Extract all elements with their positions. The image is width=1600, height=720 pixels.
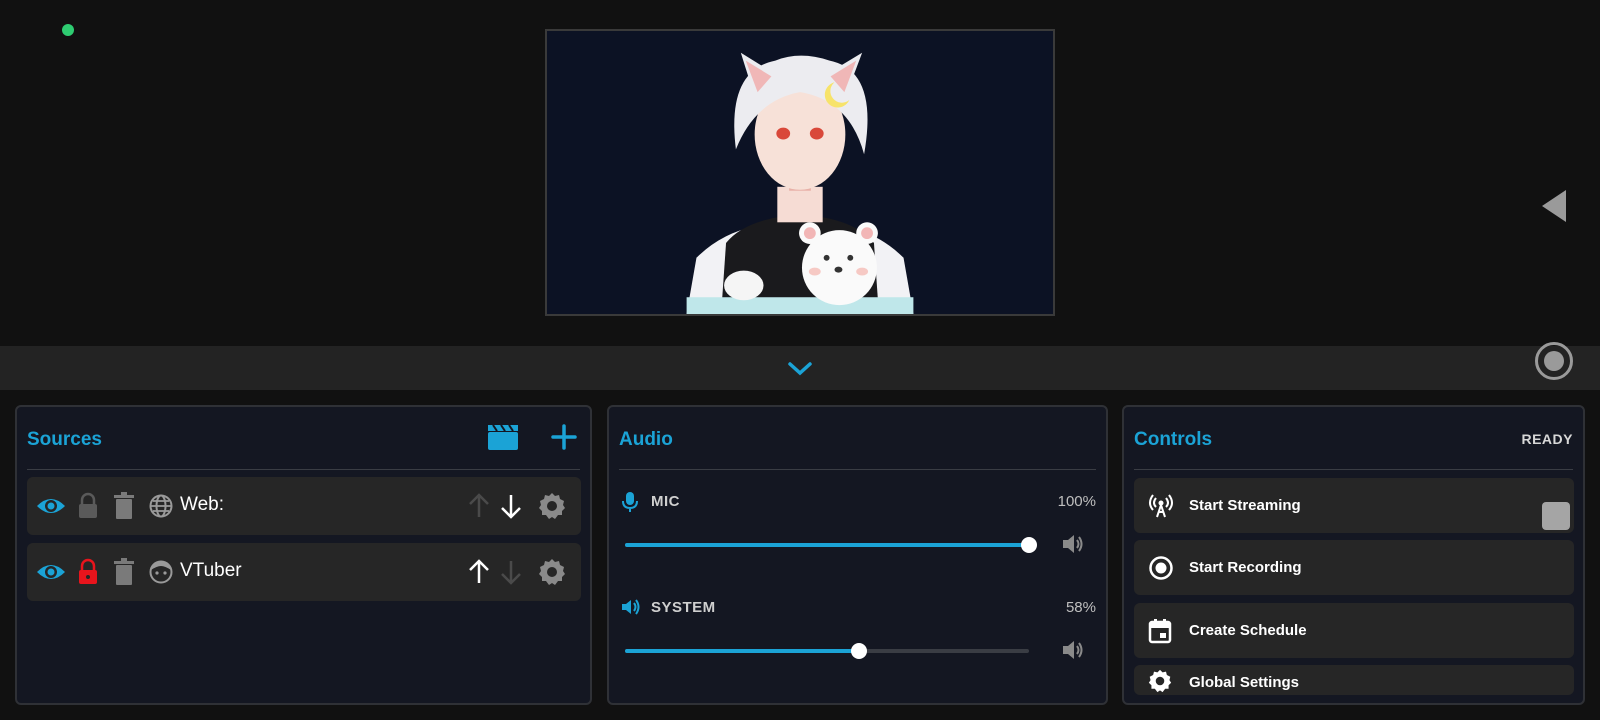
controls-panel: Controls READY Start Streaming Start Rec…: [1122, 405, 1585, 705]
vtuber-avatar-image: [548, 31, 1052, 314]
start-streaming-button[interactable]: Start Streaming: [1134, 478, 1574, 533]
sources-panel: Sources Web: VTuber: [15, 405, 592, 705]
source-name: Web:: [180, 494, 225, 515]
channel-label: SYSTEM: [651, 599, 716, 616]
eye-icon[interactable]: [35, 492, 67, 520]
sources-title: Sources: [27, 429, 102, 450]
arrow-up-icon[interactable]: [467, 558, 491, 586]
create-schedule-button[interactable]: Create Schedule: [1134, 603, 1574, 658]
channel-label: MIC: [651, 493, 680, 510]
stream-preview[interactable]: [545, 29, 1055, 316]
record-indicator-button[interactable]: [1535, 342, 1573, 380]
channel-percent: 58%: [1065, 599, 1096, 616]
triangle-left-icon[interactable]: [1540, 188, 1568, 224]
status-indicator: [62, 24, 74, 36]
gear-icon[interactable]: [538, 492, 566, 520]
plus-icon[interactable]: [550, 423, 578, 451]
channel-percent: 100%: [1057, 493, 1096, 510]
lock-icon[interactable]: [77, 492, 99, 520]
controls-title: Controls: [1134, 429, 1213, 450]
source-name: VTuber: [180, 560, 242, 581]
trash-icon[interactable]: [113, 558, 135, 586]
gear-icon: [1148, 669, 1172, 693]
arrow-down-icon[interactable]: [499, 558, 523, 586]
slider-thumb[interactable]: [1021, 537, 1037, 553]
chevron-down-icon[interactable]: [786, 360, 814, 378]
button-label: Start Streaming: [1189, 497, 1301, 514]
divider: [1134, 469, 1573, 470]
trash-icon[interactable]: [113, 492, 135, 520]
button-label: Create Schedule: [1189, 622, 1307, 639]
gear-icon[interactable]: [538, 558, 566, 586]
face-icon: [149, 560, 173, 584]
audio-panel: Audio MIC 100% SYSTEM 58%: [607, 405, 1108, 705]
divider: [27, 469, 580, 470]
globe-icon: [149, 494, 173, 518]
source-row-vtuber[interactable]: VTuber: [27, 543, 581, 601]
speaker-mute-icon[interactable]: [1061, 533, 1085, 555]
calendar-icon: [1148, 619, 1172, 644]
mic-icon: [622, 492, 638, 512]
speaker-icon: [622, 599, 640, 615]
global-settings-button[interactable]: Global Settings: [1134, 665, 1574, 695]
arrow-down-icon[interactable]: [499, 492, 523, 520]
broadcast-icon: [1149, 494, 1173, 518]
mic-volume-slider[interactable]: [625, 537, 1037, 553]
system-volume-slider[interactable]: [625, 643, 1029, 659]
button-label: Start Recording: [1189, 559, 1302, 576]
speaker-mute-icon[interactable]: [1061, 639, 1085, 661]
audio-title: Audio: [619, 429, 673, 450]
start-recording-button[interactable]: Start Recording: [1134, 540, 1574, 595]
floating-toggle-button[interactable]: [1542, 502, 1570, 530]
stream-status: READY: [1521, 431, 1573, 447]
arrow-up-icon[interactable]: [467, 492, 491, 520]
button-label: Global Settings: [1189, 674, 1300, 691]
clapperboard-icon[interactable]: [487, 423, 519, 451]
eye-icon[interactable]: [35, 558, 67, 586]
slider-fill: [625, 649, 860, 653]
slider-thumb[interactable]: [851, 643, 868, 659]
divider: [619, 469, 1096, 470]
source-row-web[interactable]: Web:: [27, 477, 581, 535]
collapse-bar[interactable]: [0, 346, 1600, 390]
record-icon: [1149, 556, 1173, 580]
lock-icon[interactable]: [77, 558, 99, 586]
slider-fill: [625, 543, 1029, 547]
